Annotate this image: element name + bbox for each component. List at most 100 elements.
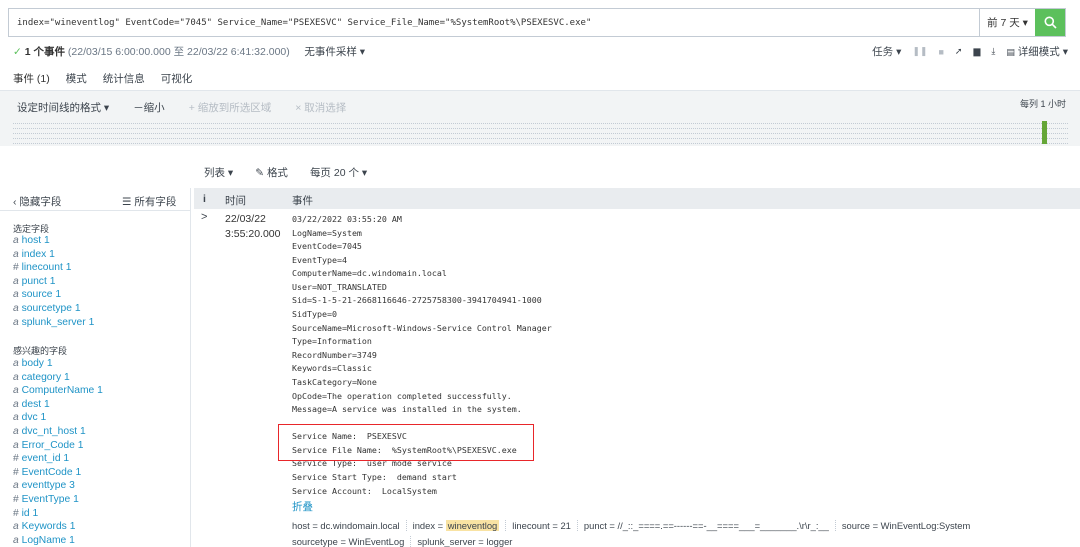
timeline-format-dropdown[interactable]: 设定时间线的格式 ▾ xyxy=(17,100,109,115)
event-line: 03/22/2022 03:55:20 AM xyxy=(292,214,402,224)
field-item[interactable]: a dvc 1 xyxy=(13,411,103,425)
meta-linecount[interactable]: linecount = 21 xyxy=(506,519,578,531)
hide-fields-button[interactable]: ‹ 隐藏字段 xyxy=(13,194,61,209)
sampling-dropdown[interactable]: 无事件采样 ▾ xyxy=(304,46,365,58)
field-item[interactable]: a Keywords 1 xyxy=(13,520,103,534)
search-mode-dropdown[interactable]: ▤ 详细模式 ▾ xyxy=(1006,44,1068,59)
share-icon[interactable]: ➚ xyxy=(955,46,963,57)
meta-source[interactable]: source = WinEventLog:System xyxy=(836,520,976,531)
field-name: sourcetype xyxy=(21,302,72,314)
field-name: event_id xyxy=(21,453,61,465)
field-item[interactable]: a splunk_server 1 xyxy=(13,316,94,330)
search-bar: 前 7 天 ▾ xyxy=(8,8,1066,37)
field-type: a xyxy=(13,534,19,546)
list-dropdown[interactable]: 列表 ▾ xyxy=(204,165,233,180)
collapse-link[interactable]: 折叠 xyxy=(292,499,313,514)
field-count: 1 xyxy=(75,466,82,478)
field-type: a xyxy=(13,358,19,369)
stop-icon[interactable]: ■ xyxy=(938,47,943,57)
expand-event-icon[interactable]: > xyxy=(201,211,207,223)
field-count: 1 xyxy=(43,235,50,246)
field-item[interactable]: a sourcetype 1 xyxy=(13,302,94,316)
field-item[interactable]: a host 1 xyxy=(13,234,94,248)
field-item[interactable]: a ComputerName 1 xyxy=(13,384,103,398)
field-item[interactable]: # id 1 xyxy=(13,507,103,521)
field-name: Error_Code xyxy=(21,439,75,451)
meta-splunk-server[interactable]: splunk_server = logger xyxy=(411,536,518,547)
field-item[interactable]: # EventCode 1 xyxy=(13,466,103,480)
time-range-label: (22/03/15 6:00:00.000 至 22/03/22 6:41:32… xyxy=(67,46,290,58)
timeline-gridline xyxy=(13,123,1068,124)
meta-host[interactable]: host = dc.windomain.local xyxy=(292,519,407,531)
field-count: 1 xyxy=(32,507,39,519)
field-count: 1 xyxy=(63,453,70,465)
meta-sourcetype[interactable]: sourcetype = WinEventLog xyxy=(292,535,412,547)
pause-icon[interactable]: ❚❚ xyxy=(912,46,927,57)
field-item[interactable]: # EventType 1 xyxy=(13,493,103,507)
field-name: EventType xyxy=(21,493,71,505)
column-time[interactable]: 时间 xyxy=(225,193,246,208)
format-button[interactable]: ✎ 格式 xyxy=(255,165,288,180)
field-item[interactable]: a eventtype 3 xyxy=(13,479,103,493)
field-item[interactable]: a body 1 xyxy=(13,357,103,371)
field-count: 3 xyxy=(69,480,75,492)
event-line: Keywords=Classic xyxy=(292,363,372,374)
search-input[interactable] xyxy=(9,9,979,36)
field-item[interactable]: a LogName 1 xyxy=(13,534,103,547)
timeline-controls: 设定时间线的格式 ▾ －缩小 + 缩放到所选区域 × 取消选择 xyxy=(17,100,346,115)
meta-index[interactable]: index = wineventlog xyxy=(407,519,507,531)
field-item[interactable]: # event_id 1 xyxy=(13,452,103,466)
field-type: # xyxy=(13,466,19,478)
field-item[interactable]: a dest 1 xyxy=(13,398,103,412)
field-name: Keywords xyxy=(21,521,67,533)
interesting-fields-title: 感兴趣的字段 xyxy=(13,346,68,356)
field-item[interactable]: a dvc_nt_host 1 xyxy=(13,425,103,439)
field-type: a xyxy=(13,248,19,260)
event-line: ComputerName=dc.windomain.local xyxy=(292,268,447,279)
all-fields-button[interactable]: ☰ 所有字段 xyxy=(122,194,176,209)
field-name: splunk_server xyxy=(21,316,86,328)
timeline-gridline xyxy=(13,133,1068,134)
field-name: index xyxy=(21,248,47,260)
export-icon[interactable]: ⤓ xyxy=(991,46,995,57)
interesting-fields-list: a body 1a category 1a ComputerName 1a de… xyxy=(13,357,103,547)
timeline-gridline xyxy=(13,128,1068,129)
time-range-picker[interactable]: 前 7 天 ▾ xyxy=(979,9,1035,36)
job-menu[interactable]: 任务 ▾ xyxy=(872,44,901,59)
field-name: id xyxy=(21,507,30,519)
event-line: EventType=4 xyxy=(292,254,347,265)
field-item[interactable]: a Error_Code 1 xyxy=(13,439,103,453)
field-count: 1 xyxy=(74,302,81,314)
event-line: Sid=S-1-5-21-2668116646-2725758300-39417… xyxy=(292,295,542,306)
event-line: RecordNumber=3749 xyxy=(292,349,377,360)
field-count: 1 xyxy=(63,371,70,383)
field-type: a xyxy=(13,289,19,301)
field-count: 1 xyxy=(69,521,76,533)
field-name: body xyxy=(21,358,44,369)
timeline-event-bar[interactable] xyxy=(1042,121,1047,144)
event-line: SidType=0 xyxy=(292,309,337,320)
field-item[interactable]: # linecount 1 xyxy=(13,261,94,275)
meta-punct[interactable]: punct = //_::_====.==------==-__====___=… xyxy=(578,519,836,531)
field-count: 1 xyxy=(77,439,84,451)
field-type: # xyxy=(13,493,19,505)
event-line: Service Account: LocalSystem xyxy=(292,485,437,496)
deselect-button[interactable]: × 取消选择 xyxy=(295,100,346,115)
field-item[interactable]: a index 1 xyxy=(13,248,94,262)
field-item[interactable]: a punct 1 xyxy=(13,275,94,289)
selected-fields-list: a host 1a index 1 # linecount 1a punct 1a… xyxy=(13,234,94,329)
field-item[interactable]: a category 1 xyxy=(13,371,103,385)
field-count: 1 xyxy=(46,358,53,369)
check-icon: ✓ xyxy=(13,46,22,58)
per-page-dropdown[interactable]: 每页 20 个 ▾ xyxy=(310,165,367,180)
field-item[interactable]: a source 1 xyxy=(13,288,94,302)
search-button[interactable] xyxy=(1035,9,1065,36)
field-type: a xyxy=(13,275,19,287)
field-name: dvc_nt_host xyxy=(21,425,78,437)
zoom-selection-button[interactable]: + 缩放到所选区域 xyxy=(189,100,272,115)
print-icon[interactable]: ▆ xyxy=(973,46,980,57)
field-count: 1 xyxy=(40,412,47,424)
zoom-out-button[interactable]: －缩小 xyxy=(133,100,165,115)
field-type: a xyxy=(13,425,19,437)
event-time[interactable]: 22/03/22 3:55:20.000 xyxy=(225,212,280,242)
